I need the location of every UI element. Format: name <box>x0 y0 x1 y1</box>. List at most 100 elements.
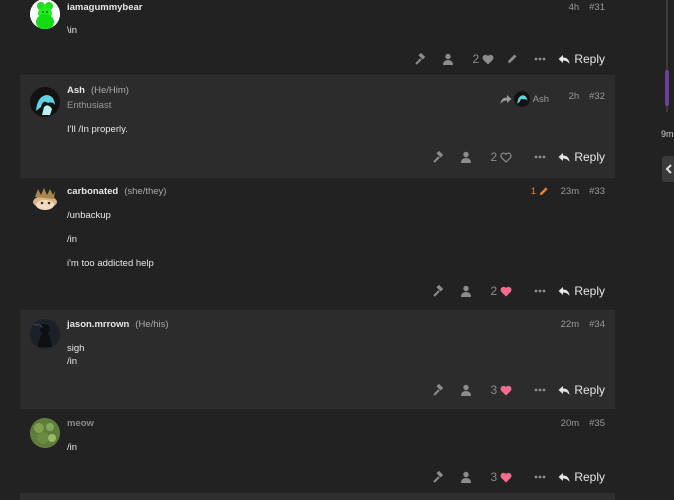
post-number[interactable]: #35 <box>589 418 605 429</box>
avatar[interactable] <box>30 87 60 117</box>
avatar[interactable] <box>30 185 60 215</box>
like-button[interactable]: 2 <box>486 284 516 298</box>
post-body-line: /in <box>67 442 78 453</box>
like-button[interactable]: 3 <box>486 470 516 484</box>
post-number[interactable]: #32 <box>589 91 605 102</box>
more-options-button[interactable] <box>526 289 554 293</box>
post-actions: 3 Reply <box>424 468 605 486</box>
hammer-icon <box>433 285 444 297</box>
user-info-button[interactable] <box>452 384 480 396</box>
post-meta: 23m #33 <box>551 186 605 197</box>
post-time[interactable]: 23m <box>561 186 579 197</box>
post-meta: 2h #32 <box>559 91 605 102</box>
post-meta: 20m #35 <box>551 418 605 429</box>
more-options-button[interactable] <box>526 155 554 159</box>
ellipsis-icon <box>534 289 546 293</box>
avatar[interactable] <box>30 418 60 448</box>
post-35: meow 20m #35 /in 3 Reply <box>20 408 615 493</box>
post-username[interactable]: iamagummybear <box>67 2 143 13</box>
like-count[interactable]: 3 <box>490 383 497 397</box>
timeline-scroll-handle[interactable] <box>665 70 669 106</box>
ash-avatar-image <box>30 87 60 117</box>
post-time[interactable]: 2h <box>569 91 580 102</box>
like-button[interactable]: 2 <box>468 52 498 66</box>
like-button[interactable]: 2 <box>486 150 516 164</box>
heart-filled-icon <box>500 286 512 296</box>
username-text[interactable]: jason.mrrown <box>67 319 129 330</box>
post-number[interactable]: #31 <box>589 2 605 13</box>
pencil-icon <box>508 54 517 63</box>
user-info-button[interactable] <box>452 151 480 163</box>
post-time[interactable]: 4h <box>569 2 580 13</box>
reply-button[interactable]: Reply <box>558 150 605 164</box>
username-text[interactable]: meow <box>67 418 94 429</box>
reply-label[interactable]: Reply <box>574 284 605 298</box>
user-info-button[interactable] <box>434 53 462 65</box>
like-count[interactable]: 2 <box>490 150 497 164</box>
reply-arrow-icon <box>558 385 570 395</box>
like-count[interactable]: 2 <box>472 52 479 66</box>
username-text[interactable]: iamagummybear <box>67 2 143 13</box>
more-options-button[interactable] <box>526 57 554 61</box>
avatar[interactable] <box>30 0 60 29</box>
admin-wrench-button[interactable] <box>424 285 452 297</box>
next-post-edge <box>20 493 615 500</box>
user-icon <box>461 151 472 163</box>
hammer-icon <box>433 151 444 163</box>
like-count[interactable]: 3 <box>490 470 497 484</box>
post-time[interactable]: 22m <box>561 319 579 330</box>
avatar[interactable] <box>30 319 60 349</box>
reply-label[interactable]: Reply <box>574 150 605 164</box>
reply-button[interactable]: Reply <box>558 470 605 484</box>
like-count[interactable]: 2 <box>490 284 497 298</box>
edit-history-indicator[interactable]: 1 <box>531 186 549 197</box>
ash-mini-avatar-image <box>513 91 530 107</box>
heart-filled-icon <box>500 472 512 482</box>
reply-button[interactable]: Reply <box>558 383 605 397</box>
carbonated-avatar-image <box>30 185 60 215</box>
user-info-button[interactable] <box>452 285 480 297</box>
reply-to-username: Ash <box>532 93 549 105</box>
admin-wrench-button[interactable] <box>424 151 452 163</box>
ellipsis-icon <box>534 475 546 479</box>
post-username[interactable]: carbonated (she/they) <box>67 186 166 197</box>
admin-wrench-button[interactable] <box>424 471 452 483</box>
user-pronouns: (He/Him) <box>90 85 129 96</box>
pencil-icon <box>539 187 548 196</box>
post-body-line: i'm too addicted help <box>67 258 154 269</box>
post-time[interactable]: 20m <box>561 418 579 429</box>
post-actions: 2 Reply <box>424 148 605 166</box>
ellipsis-icon <box>534 388 546 392</box>
timeline-toggle-button[interactable] <box>662 156 674 182</box>
heart-filled-icon <box>500 385 512 395</box>
timeline-date-label: 9m <box>661 129 674 139</box>
reply-label[interactable]: Reply <box>574 52 605 66</box>
heart-outline-icon <box>500 152 512 163</box>
post-username[interactable]: jason.mrrown (He/his) <box>67 319 169 330</box>
reply-to-avatar <box>513 91 530 107</box>
username-text[interactable]: Ash <box>67 85 85 96</box>
post-number[interactable]: #34 <box>589 319 605 330</box>
reply-label[interactable]: Reply <box>574 470 605 484</box>
reply-label[interactable]: Reply <box>574 383 605 397</box>
reply-button[interactable]: Reply <box>558 284 605 298</box>
user-icon <box>443 53 454 65</box>
more-options-button[interactable] <box>526 388 554 392</box>
user-info-button[interactable] <box>452 471 480 483</box>
reply-arrow-icon <box>558 286 570 296</box>
reply-to-arrow-icon <box>500 95 512 104</box>
username-text[interactable]: carbonated <box>67 186 118 197</box>
user-icon <box>461 471 472 483</box>
post-username[interactable]: Ash (He/Him) <box>67 85 129 96</box>
post-username[interactable]: meow <box>67 418 94 429</box>
reply-button[interactable]: Reply <box>558 52 605 66</box>
edit-count: 1 <box>530 186 536 197</box>
post-number[interactable]: #33 <box>589 186 605 197</box>
more-options-button[interactable] <box>526 475 554 479</box>
admin-wrench-button[interactable] <box>406 53 434 65</box>
reply-to-indicator[interactable]: Ash <box>500 91 549 107</box>
like-button[interactable]: 3 <box>486 383 516 397</box>
edit-button[interactable] <box>498 53 526 65</box>
post-meta: 22m #34 <box>551 319 605 330</box>
admin-wrench-button[interactable] <box>424 384 452 396</box>
